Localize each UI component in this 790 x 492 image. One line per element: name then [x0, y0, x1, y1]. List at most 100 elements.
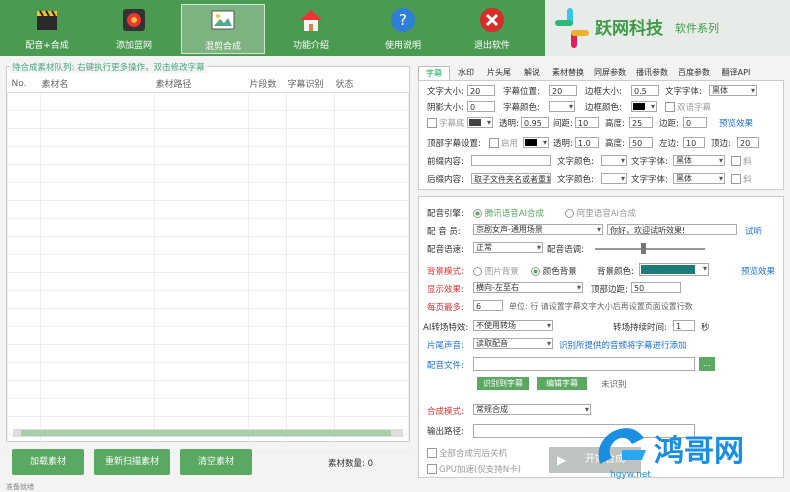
table-row[interactable] [7, 218, 409, 237]
table-row[interactable] [7, 290, 409, 309]
engine-tencent-radio[interactable]: 腾讯语音AI合成 [473, 207, 544, 219]
duration-label: 转场持续时间: [613, 323, 667, 333]
table-row[interactable] [7, 362, 409, 381]
tab-narration[interactable]: 解说 [518, 66, 546, 79]
prefix-font-select[interactable]: 黑体 [673, 155, 725, 166]
top-left-input[interactable]: 10 [683, 137, 705, 148]
recognize-subtitle-button[interactable]: 识别到字幕 [477, 377, 529, 390]
table-row[interactable] [7, 272, 409, 291]
top-padding-input[interactable]: 50 [631, 282, 681, 293]
height-input[interactable]: 25 [629, 117, 653, 128]
suffix-color-picker[interactable] [601, 173, 627, 184]
tab-intro-outro[interactable]: 片头尾 [482, 66, 516, 79]
alpha-label: 透明: [499, 119, 519, 129]
close-icon [480, 8, 504, 32]
bg-image-radio[interactable]: 图片背景 [473, 265, 519, 277]
table-row[interactable] [7, 236, 409, 255]
border-input[interactable]: 0.5 [631, 85, 659, 96]
top-height-input[interactable]: 50 [629, 137, 653, 148]
table-row[interactable] [7, 254, 409, 273]
engine-label: 配音引擎: [427, 209, 464, 219]
shutdown-checkbox[interactable] [427, 448, 437, 458]
load-material-button[interactable]: 加载素材 [12, 449, 84, 475]
toolbar-features-button[interactable]: 功能介绍 [272, 4, 350, 54]
shadow-input[interactable]: 0 [467, 101, 495, 112]
bg-preview-link[interactable]: 预览效果 [741, 265, 775, 277]
top-subtitle-label: 顶部字幕设置: [427, 139, 481, 149]
dual-subtitle-checkbox[interactable] [665, 102, 675, 112]
font-size-input[interactable]: 20 [467, 85, 495, 96]
tab-subtitle[interactable]: 字幕 [418, 66, 450, 80]
effect-select[interactable]: 横向-左至右 [473, 282, 583, 293]
transition-select[interactable]: 不使用转场 [473, 320, 553, 331]
border-color-picker[interactable] [631, 101, 657, 112]
listen-link[interactable]: 试听 [745, 225, 762, 237]
queue-table[interactable]: No. 素材名 素材路径 片段数 字幕识别 状态 [7, 75, 409, 453]
sample-text-input[interactable]: 你好，欢迎试听效果! [607, 224, 737, 235]
engine-ali-radio[interactable]: 阿里语音AI合成 [565, 207, 636, 219]
table-row[interactable] [7, 164, 409, 183]
edit-subtitle-button[interactable]: 编辑字幕 [537, 377, 587, 390]
table-row[interactable] [7, 344, 409, 363]
toolbar-dub-button[interactable]: 配音+合成 [8, 4, 86, 54]
top-color-picker[interactable] [523, 137, 549, 148]
toolbar-exit-button[interactable]: 退出软件 [453, 4, 531, 54]
margin-input[interactable]: 0 [683, 117, 707, 128]
table-row[interactable] [7, 146, 409, 165]
speed-select[interactable]: 正常 [473, 242, 543, 253]
table-row[interactable] [7, 398, 409, 417]
synthesis-mode-select[interactable]: 常规合成 [473, 404, 591, 415]
tab-broadcast-params[interactable]: 播讯参数 [632, 66, 672, 79]
suffix-font-select[interactable]: 黑体 [673, 173, 725, 184]
clear-material-button[interactable]: 清空素材 [180, 449, 252, 475]
voice-select[interactable]: 京剧女声-通用场景 [473, 224, 603, 235]
top-alpha-input[interactable]: 1.0 [575, 137, 599, 148]
gap-input[interactable]: 10 [575, 117, 599, 128]
pitch-slider[interactable] [595, 243, 705, 254]
horizontal-scrollbar[interactable] [13, 429, 403, 437]
audio-file-input[interactable] [473, 357, 695, 371]
clip-sound-select[interactable]: 读取配音 [473, 338, 553, 349]
table-row[interactable] [7, 110, 409, 129]
tab-replace[interactable]: 素材替换 [548, 66, 588, 79]
tab-translate-api[interactable]: 翻译API [716, 66, 756, 79]
table-row[interactable] [7, 380, 409, 399]
subtitle-color-picker[interactable] [549, 101, 575, 112]
brand-logo-icon [555, 8, 589, 48]
tab-watermark[interactable]: 水印 [452, 66, 480, 79]
prefix-input[interactable] [471, 155, 551, 166]
toolbar-mix-button[interactable]: 混剪合成 [181, 4, 265, 54]
subtitle-bg-color-picker[interactable] [467, 117, 493, 128]
tab-baidu-params[interactable]: 百度参数 [674, 66, 714, 79]
speed-label: 配音语速: [427, 245, 464, 255]
table-row[interactable] [7, 200, 409, 219]
toolbar-help-button[interactable]: ? 使用说明 [364, 4, 442, 54]
top-subtitle-checkbox[interactable] [489, 138, 499, 148]
rescan-material-button[interactable]: 重新扫描素材 [94, 449, 170, 475]
duration-input[interactable]: 1 [673, 320, 695, 331]
top-edge-input[interactable]: 20 [737, 137, 759, 148]
bg-color-radio[interactable]: 颜色背景 [531, 265, 577, 277]
subtitle-bg-checkbox[interactable] [427, 118, 437, 128]
suffix-italic-checkbox[interactable] [731, 174, 741, 184]
lines-input[interactable]: 6 [473, 300, 503, 311]
prefix-color-picker[interactable] [601, 155, 627, 166]
svg-text:?: ? [399, 11, 407, 29]
table-row[interactable] [7, 92, 409, 111]
suffix-input[interactable]: 取子文件夹名或者重复 [471, 173, 551, 184]
table-row[interactable] [7, 326, 409, 345]
prefix-italic-checkbox[interactable] [731, 156, 741, 166]
bg-color-picker[interactable] [639, 263, 709, 276]
gpu-checkbox[interactable] [427, 464, 437, 474]
tab-sync-params[interactable]: 同屏参数 [590, 66, 630, 79]
alpha-input[interactable]: 0.95 [521, 117, 549, 128]
table-row[interactable] [7, 308, 409, 327]
audio-file-browse-button[interactable]: … [699, 357, 715, 371]
position-input[interactable]: 20 [549, 85, 577, 96]
subtitle-preview-link[interactable]: 预览效果 [719, 117, 753, 129]
font-select[interactable]: 黑体 [709, 85, 757, 96]
table-row[interactable] [7, 182, 409, 201]
toolbar-add-button[interactable]: 添加蓝网 [95, 4, 173, 54]
table-row[interactable] [7, 128, 409, 147]
col-path: 素材路径 [154, 75, 249, 93]
